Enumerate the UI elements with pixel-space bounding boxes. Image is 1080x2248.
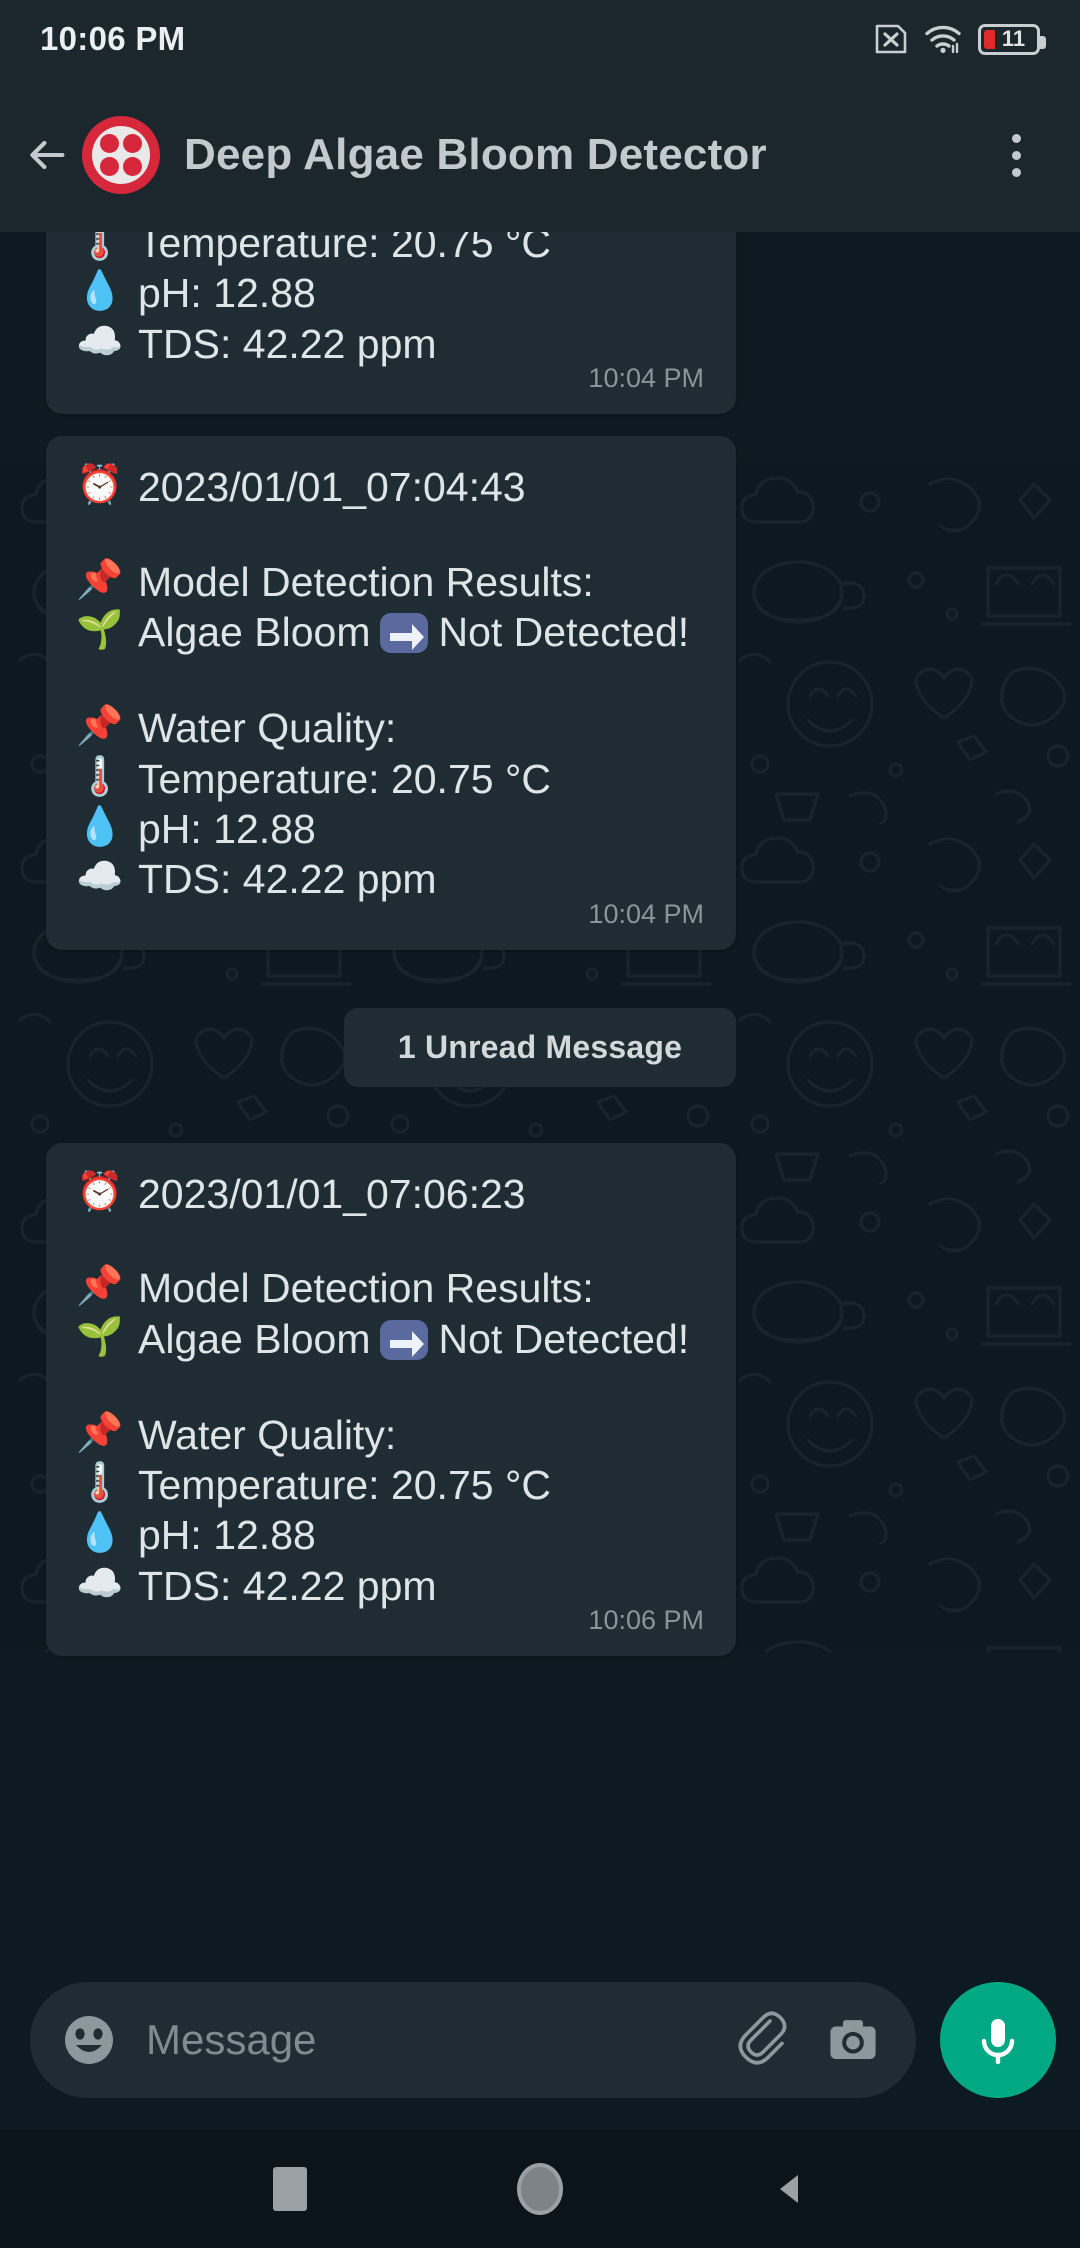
avatar-dot	[123, 157, 142, 176]
alarm-clock-icon: ⏰	[76, 1170, 124, 1213]
thermometer-icon: 🌡️	[76, 232, 124, 262]
message-line: 📌 Model Detection Results:	[76, 1263, 706, 1313]
pushpin-icon: 📌	[76, 558, 124, 601]
chat-screen: 10:06 PM 11 Deep Algae Bloom Detector 🌡️…	[0, 0, 1080, 2248]
tds-value: TDS: 42.22 ppm	[138, 320, 437, 367]
avatar-dot	[123, 134, 142, 153]
algae-bloom-result: Not Detected!	[438, 1315, 690, 1362]
right-arrow-icon	[378, 1314, 430, 1366]
tds-value: TDS: 42.22 ppm	[138, 1562, 437, 1609]
status-bar: 10:06 PM 11	[0, 0, 1080, 78]
back-arrow-icon[interactable]	[20, 127, 76, 183]
message-list[interactable]: 🌡️ Temperature: 20.75 °C 💧 pH: 12.88 ☁️ …	[0, 232, 1080, 1950]
camera-icon[interactable]	[822, 2009, 884, 2071]
right-arrow-icon	[378, 607, 430, 659]
avatar-dot	[100, 157, 119, 176]
message-bubble[interactable]: ⏰ 2023/01/01_07:06:23 📌 Model Detection …	[46, 1142, 736, 1657]
cloud-icon: ☁️	[76, 320, 124, 363]
message-line: 💧 pH: 12.88	[76, 268, 706, 318]
temperature-value: Temperature: 20.75 °C	[138, 232, 551, 266]
seedling-icon: 🌱	[76, 1315, 124, 1358]
reading-datetime: 2023/01/01_07:04:43	[138, 464, 526, 511]
unread-count-label: 1 Unread Message	[343, 1007, 737, 1087]
smiley-face-icon[interactable]	[58, 2009, 120, 2071]
ph-value: pH: 12.88	[138, 1512, 316, 1559]
android-nav-bar	[0, 2130, 1080, 2248]
message-line: 📌 Water Quality:	[76, 703, 706, 753]
status-bar-clock: 10:06 PM	[40, 20, 186, 57]
home-circle-icon[interactable]	[508, 2157, 572, 2221]
message-line: 🌡️ Temperature: 20.75 °C	[76, 754, 706, 804]
message-line: ☁️ TDS: 42.22 ppm	[76, 1561, 706, 1611]
pushpin-icon: 📌	[76, 705, 124, 748]
contact-avatar-icon[interactable]	[82, 116, 160, 194]
overflow-menu-icon[interactable]	[988, 124, 1044, 186]
message-line: ⏰ 2023/01/01_07:04:43	[76, 462, 706, 512]
app-bar: Deep Algae Bloom Detector	[0, 78, 1080, 232]
droplet-icon: 💧	[76, 805, 124, 848]
cloud-icon: ☁️	[76, 856, 124, 899]
paperclip-icon[interactable]	[732, 2009, 794, 2071]
message-line: 📌 Model Detection Results:	[76, 557, 706, 607]
avatar-dot	[100, 134, 119, 153]
message-bubble[interactable]: ⏰ 2023/01/01_07:04:43 📌 Model Detection …	[46, 436, 736, 950]
message-line: ☁️ TDS: 42.22 ppm	[76, 319, 706, 369]
message-line: 🌡️ Temperature: 20.75 °C	[76, 1460, 706, 1510]
thermometer-icon: 🌡️	[76, 755, 124, 798]
battery-percent-label: 11	[1001, 26, 1026, 51]
pushpin-icon: 📌	[76, 1411, 124, 1454]
back-triangle-icon[interactable]	[758, 2157, 822, 2221]
message-line: ⏰ 2023/01/01_07:06:23	[76, 1169, 706, 1219]
battery-icon: 11	[978, 23, 1046, 55]
ph-value: pH: 12.88	[138, 805, 316, 852]
algae-bloom-label: Algae Bloom	[138, 609, 371, 656]
cloud-icon: ☁️	[76, 1562, 124, 1605]
message-bubble[interactable]: 🌡️ Temperature: 20.75 °C 💧 pH: 12.88 ☁️ …	[46, 232, 736, 415]
message-line: 🌱 Algae Bloom Not Detected!	[76, 1314, 706, 1366]
message-line: 🌱 Algae Bloom Not Detected!	[76, 607, 706, 659]
message-line: ☁️ TDS: 42.22 ppm	[76, 854, 706, 904]
water-quality-heading: Water Quality:	[138, 1411, 397, 1458]
droplet-icon: 💧	[76, 270, 124, 313]
microphone-icon[interactable]	[940, 1982, 1056, 2098]
recents-square-icon[interactable]	[258, 2157, 322, 2221]
page-title[interactable]: Deep Algae Bloom Detector	[184, 130, 767, 180]
unread-divider: 1 Unread Message	[0, 1007, 1080, 1087]
droplet-icon: 💧	[76, 1512, 124, 1555]
detection-heading: Model Detection Results:	[138, 558, 594, 605]
ph-value: pH: 12.88	[138, 270, 316, 317]
alarm-clock-icon: ⏰	[76, 464, 124, 507]
message-input[interactable]: Message	[146, 2016, 704, 2064]
reading-datetime: 2023/01/01_07:06:23	[138, 1170, 526, 1217]
message-input-container[interactable]: Message	[30, 1982, 916, 2098]
pushpin-icon: 📌	[76, 1265, 124, 1308]
algae-bloom-result: Not Detected!	[438, 609, 690, 656]
message-line: 💧 pH: 12.88	[76, 804, 706, 854]
wifi-icon	[925, 24, 961, 54]
sim-card-off-icon	[874, 24, 908, 54]
water-quality-heading: Water Quality:	[138, 705, 397, 752]
detection-heading: Model Detection Results:	[138, 1265, 594, 1312]
message-line: 📌 Water Quality:	[76, 1410, 706, 1460]
algae-bloom-label: Algae Bloom	[138, 1315, 371, 1362]
message-line: 💧 pH: 12.88	[76, 1510, 706, 1560]
seedling-icon: 🌱	[76, 609, 124, 652]
thermometer-icon: 🌡️	[76, 1462, 124, 1505]
avatar-inner	[92, 126, 150, 184]
status-bar-icons: 11	[874, 23, 1046, 55]
message-input-bar: Message	[0, 1950, 1080, 2130]
temperature-value: Temperature: 20.75 °C	[138, 755, 551, 802]
temperature-value: Temperature: 20.75 °C	[138, 1462, 551, 1509]
message-line: 🌡️ Temperature: 20.75 °C	[76, 232, 706, 268]
tds-value: TDS: 42.22 ppm	[138, 856, 437, 903]
